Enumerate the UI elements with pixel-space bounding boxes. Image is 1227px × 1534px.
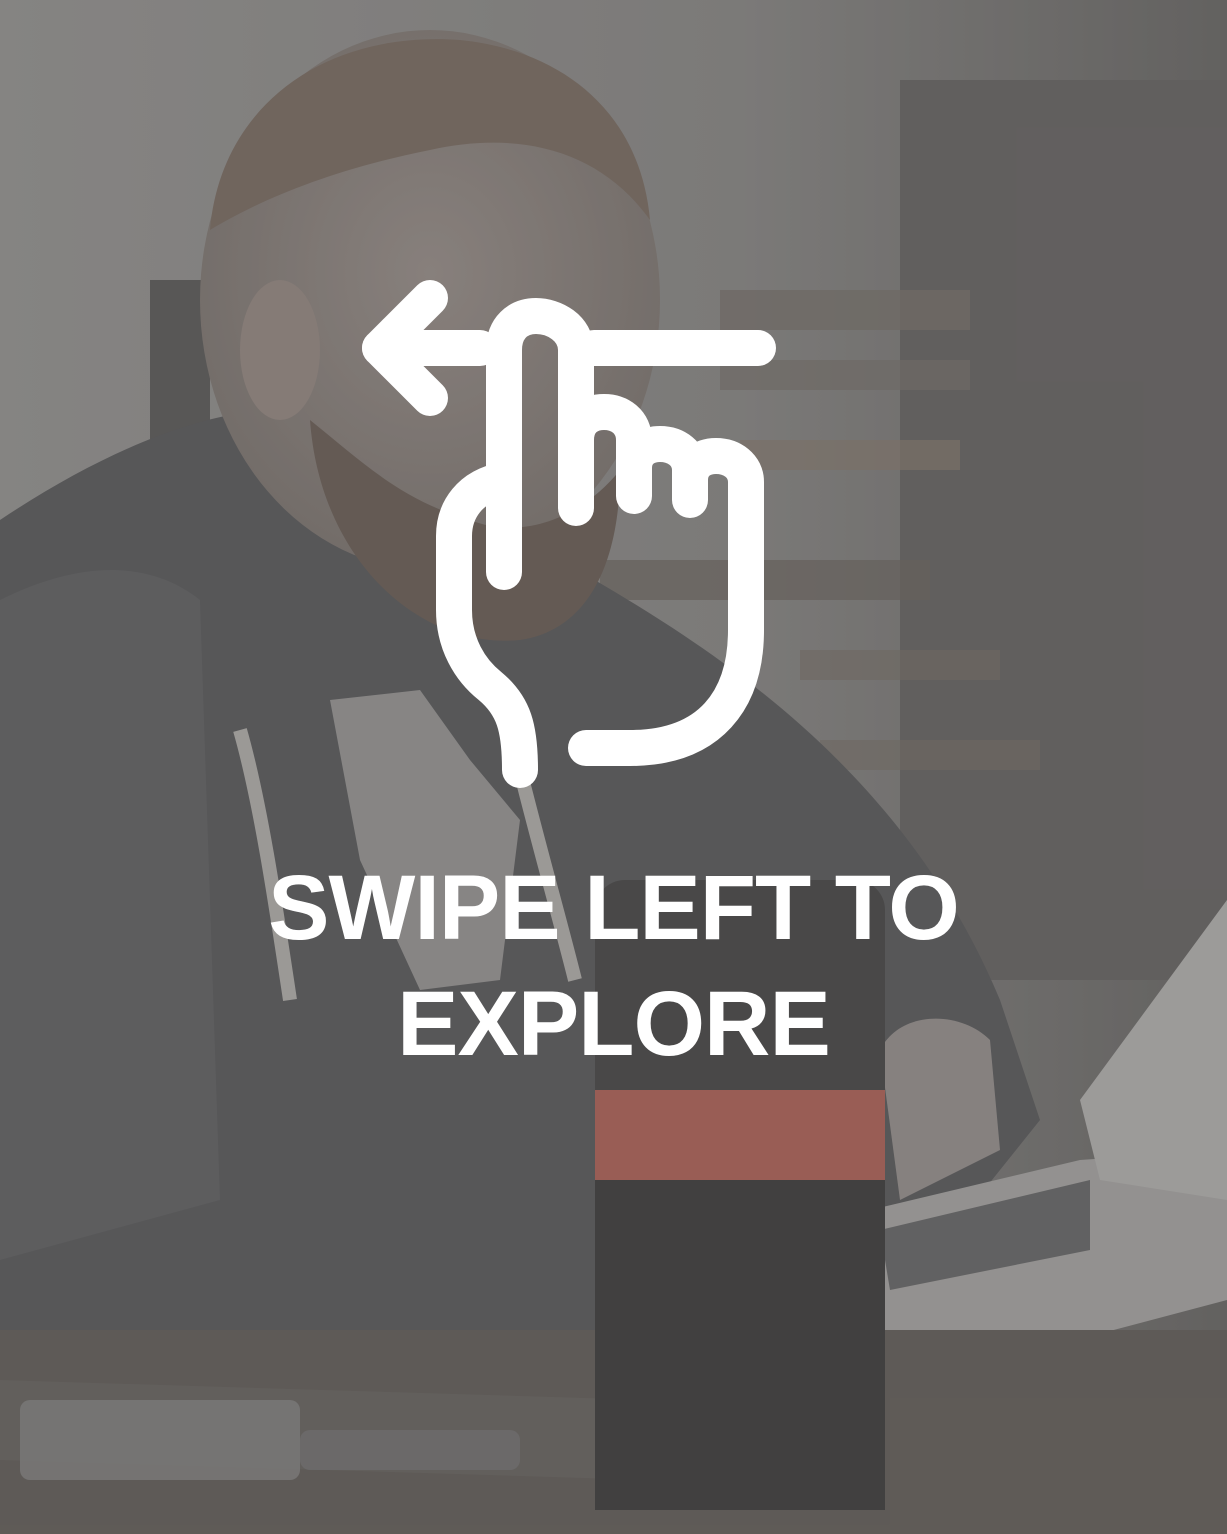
swipe-caption: SWIPE LEFT TO EXPLORE	[0, 850, 1227, 1082]
caption-line-2: EXPLORE	[397, 973, 831, 1075]
caption-line-1: SWIPE LEFT TO	[268, 857, 960, 959]
swipe-left-hand-icon	[330, 260, 830, 800]
